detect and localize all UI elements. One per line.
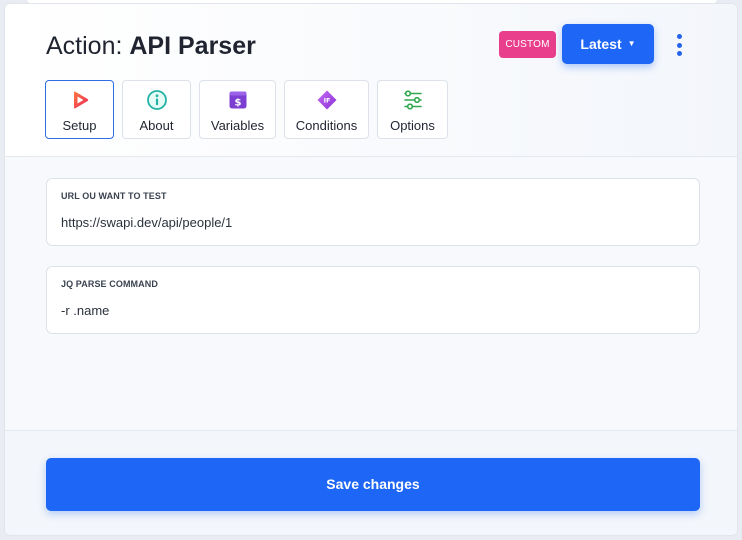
action-panel: Action: API Parser CUSTOM Latest ▼ Setup… bbox=[4, 3, 738, 536]
tab-variables[interactable]: $ Variables bbox=[199, 80, 276, 139]
sliders-icon bbox=[403, 90, 422, 110]
jq-field[interactable]: JQ PARSE COMMAND bbox=[46, 266, 700, 334]
url-field-label: URL OU WANT TO TEST bbox=[61, 191, 167, 201]
tab-conditions[interactable]: IF Conditions bbox=[284, 80, 369, 139]
url-field[interactable]: URL OU WANT TO TEST bbox=[46, 178, 700, 246]
more-options-icon[interactable] bbox=[669, 31, 689, 59]
tab-label: Conditions bbox=[295, 118, 358, 133]
panel-header: Action: API Parser CUSTOM Latest ▼ Setup… bbox=[5, 4, 737, 157]
version-dropdown-button[interactable]: Latest ▼ bbox=[562, 24, 654, 64]
page-title: Action: API Parser bbox=[46, 30, 256, 62]
url-input[interactable] bbox=[61, 215, 681, 230]
kebab-dot bbox=[676, 34, 682, 39]
tab-label: Variables bbox=[210, 118, 265, 133]
tab-options[interactable]: Options bbox=[377, 80, 448, 139]
kebab-dot bbox=[676, 51, 682, 56]
caret-down-icon: ▼ bbox=[627, 39, 636, 48]
dollar-icon: $ bbox=[229, 91, 246, 109]
svg-text:$: $ bbox=[234, 97, 241, 108]
tab-about[interactable]: About bbox=[122, 80, 191, 139]
tab-setup[interactable]: Setup bbox=[45, 80, 114, 139]
save-changes-button[interactable]: Save changes bbox=[46, 458, 700, 511]
custom-badge: CUSTOM bbox=[499, 31, 556, 58]
info-icon bbox=[146, 90, 167, 110]
kebab-dot bbox=[676, 42, 682, 48]
play-icon bbox=[73, 91, 88, 109]
tab-label: Setup bbox=[62, 118, 97, 133]
if-diamond-icon: IF bbox=[317, 90, 336, 110]
jq-field-label: JQ PARSE COMMAND bbox=[61, 279, 158, 289]
tab-label: About bbox=[139, 118, 174, 133]
jq-command-input[interactable] bbox=[61, 303, 681, 318]
tab-label: Options bbox=[390, 118, 435, 133]
svg-text:IF: IF bbox=[323, 97, 330, 105]
title-prefix: Action: bbox=[46, 32, 130, 60]
version-dropdown-label: Latest bbox=[580, 36, 622, 52]
action-name: API Parser bbox=[129, 32, 256, 60]
